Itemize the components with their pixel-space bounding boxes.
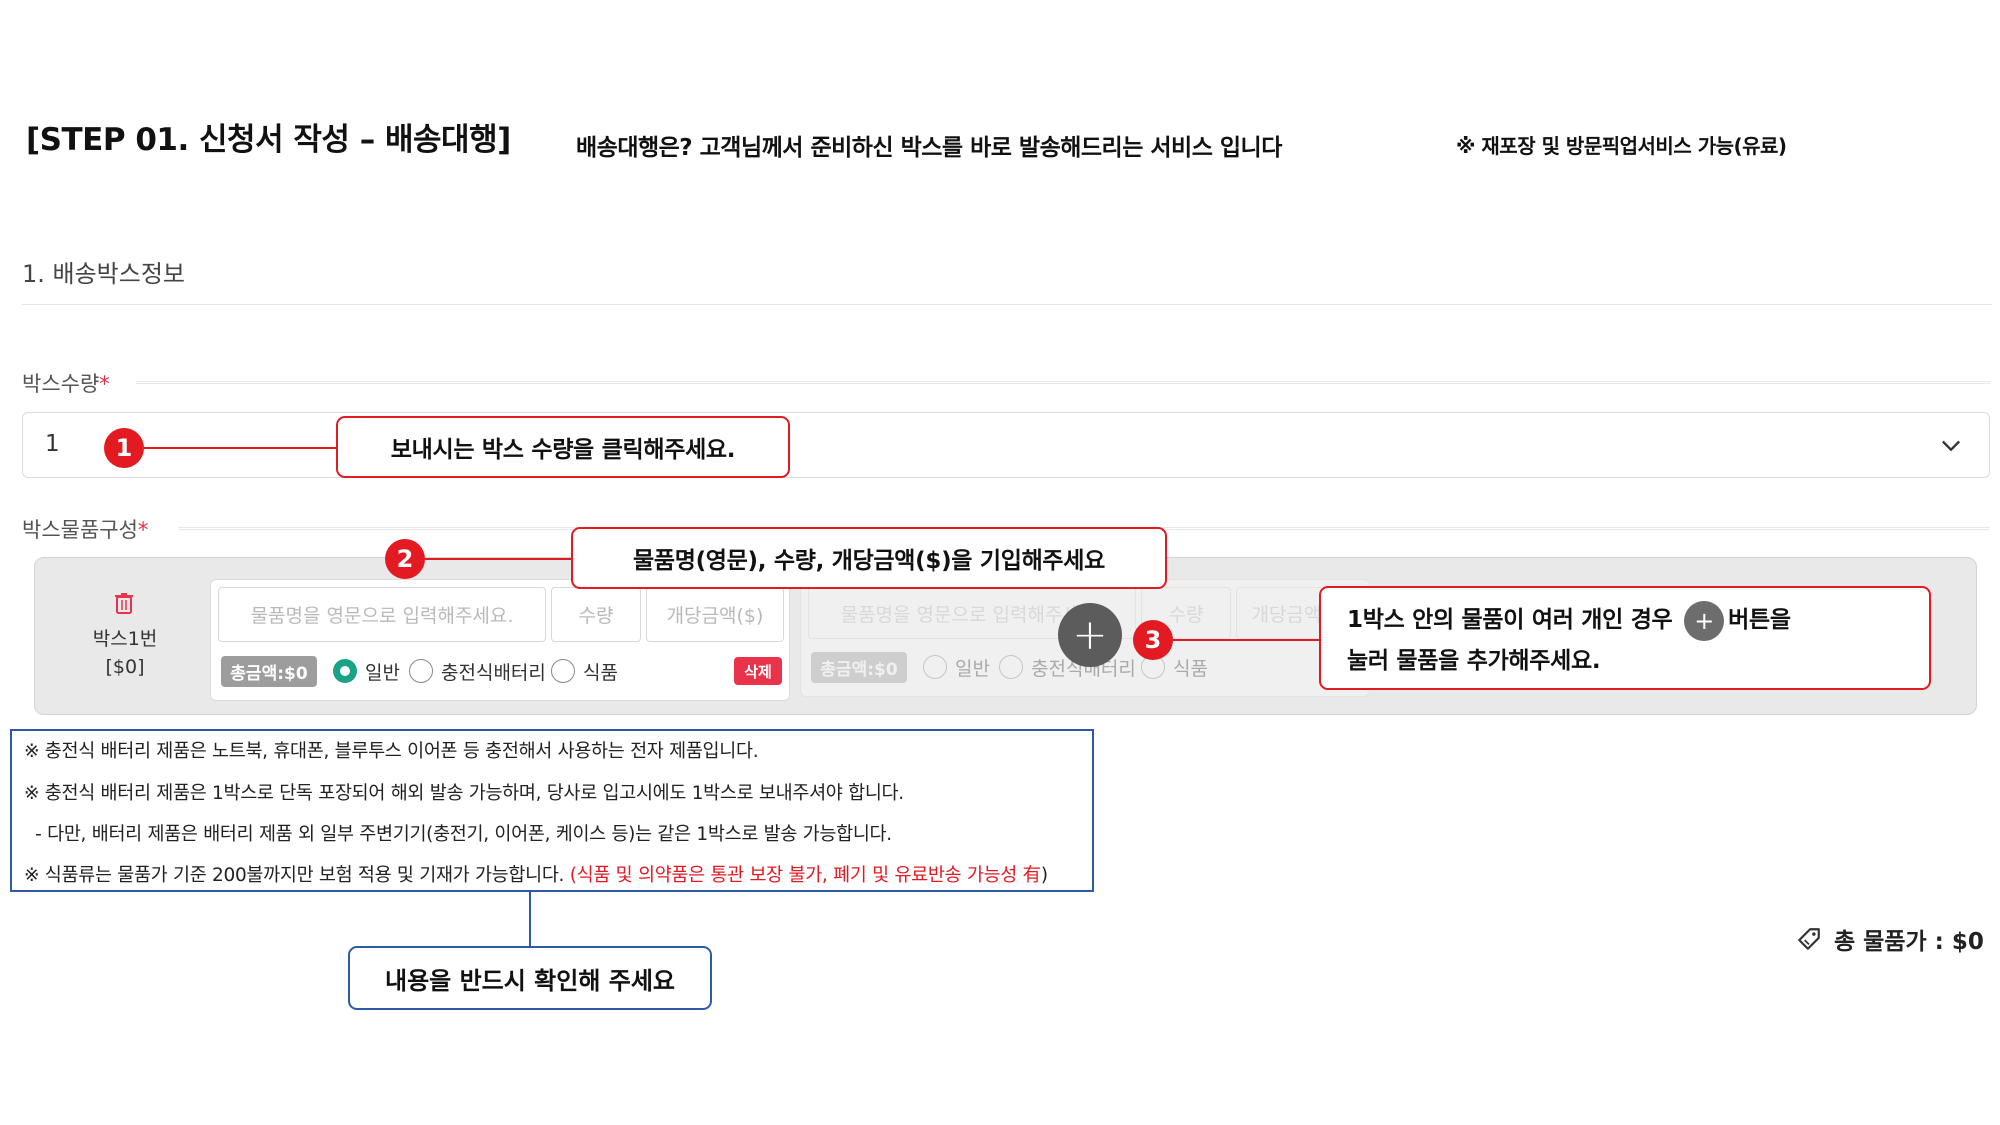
radio-battery-label[interactable]: 충전식배터리 xyxy=(441,658,546,685)
callout-3-line-2: 눌러 물품을 추가해주세요. xyxy=(1347,647,1601,674)
callout-1-line xyxy=(144,447,336,449)
radio-general[interactable] xyxy=(333,659,357,683)
box-name: 박스1번 xyxy=(92,628,158,650)
label-divider xyxy=(136,381,1990,384)
note-line-3: - 다만, 배터리 제품은 배터리 제품 외 일부 주변기기(충전기, 이어폰,… xyxy=(24,824,892,845)
callout-1-badge: 1 xyxy=(104,428,144,468)
callout-3-line xyxy=(1173,639,1319,641)
callout-3-line-1: 1박스 안의 물품이 여러 개인 경우 + 버튼을 xyxy=(1347,600,1929,641)
box-count-value: 1 xyxy=(45,431,60,457)
note-line-4-end: ) xyxy=(1040,865,1048,886)
radio-food-label[interactable]: 식품 xyxy=(583,658,618,685)
required-mark: * xyxy=(99,372,110,396)
callout-2-badge: 2 xyxy=(385,539,425,579)
add-item-button[interactable]: + xyxy=(1058,603,1122,667)
item-total-badge: 총금액:$0 xyxy=(221,656,317,687)
chevron-down-icon xyxy=(1942,440,1960,452)
notes-box: ※ 충전식 배터리 제품은 노트북, 휴대폰, 블루투스 이어폰 등 충전해서 … xyxy=(10,729,1094,892)
note-line-4: ※ 식품류는 물품가 기준 200불까지만 보험 적용 및 기재가 가능합니다.… xyxy=(24,861,1048,887)
callout-2: 물품명(영문), 수량, 개당금액($)을 기입해주세요 xyxy=(571,527,1167,589)
radio-battery[interactable] xyxy=(999,655,1023,679)
callout-2-line xyxy=(425,558,571,560)
total-price-label: 총 물품가 : $0 xyxy=(1834,929,1984,955)
delete-item-button[interactable]: 삭제 xyxy=(734,657,782,685)
note-line-1: ※ 충전식 배터리 제품은 노트북, 휴대폰, 블루투스 이어폰 등 충전해서 … xyxy=(24,741,759,762)
service-note: ※ 재포장 및 방문픽업서비스 가능(유료) xyxy=(1456,134,1787,158)
callout-1: 보내시는 박스 수량을 클릭해주세요. xyxy=(336,416,790,478)
plus-icon: + xyxy=(1684,600,1725,641)
radio-food[interactable] xyxy=(551,659,575,683)
callout-3-text-b: 버튼을 xyxy=(1728,607,1791,633)
box-count-label-text: 박스수량 xyxy=(22,372,100,396)
radio-food-label[interactable]: 식품 xyxy=(1173,654,1208,681)
radio-general-label[interactable]: 일반 xyxy=(365,658,400,685)
callout-3-badge: 3 xyxy=(1133,620,1173,660)
required-mark: * xyxy=(137,518,149,542)
radio-battery[interactable] xyxy=(409,659,433,683)
notes-connector xyxy=(529,892,531,946)
section-title: 1. 배송박스정보 xyxy=(22,260,186,288)
step-title: [STEP 01. 신청서 작성 – 배송대행] xyxy=(26,122,511,158)
service-description: 배송대행은? 고객님께서 준비하신 박스를 바로 발송해드리는 서비스 입니다 xyxy=(576,135,1282,161)
note-line-4-warning: (식품 및 의약품은 통관 보장 불가, 폐기 및 유료반송 가능성 有 xyxy=(569,865,1041,886)
note-line-4-text: ※ 식품류는 물품가 기준 200불까지만 보험 적용 및 기재가 가능합니다. xyxy=(24,865,570,886)
confirm-callout: 내용을 반드시 확인해 주세요 xyxy=(348,946,712,1010)
box-items-label: 박스물품구성* xyxy=(22,514,148,544)
box-count-label: 박스수량* xyxy=(22,368,110,398)
item-total-badge: 총금액:$0 xyxy=(811,652,907,683)
item-card: 물품명을 영문으로 입력해주세요. 수량 개당금액($) 총금액:$0 일반 충… xyxy=(210,579,790,701)
box-items-label-text: 박스물품구성 xyxy=(22,518,138,542)
item-name-input[interactable]: 물품명을 영문으로 입력해주세요. xyxy=(218,587,546,642)
item-price-input[interactable]: 개당금액($) xyxy=(646,587,784,642)
note-line-2: ※ 충전식 배터리 제품은 1박스로 단독 포장되어 해외 발송 가능하며, 당… xyxy=(24,783,904,804)
radio-general-label[interactable]: 일반 xyxy=(955,654,990,681)
box-count-select[interactable]: 1 xyxy=(22,412,1990,478)
callout-3-text-a: 1박스 안의 물품이 여러 개인 경우 xyxy=(1347,607,1673,633)
item-qty-input[interactable]: 수량 xyxy=(551,587,641,642)
price-tag-icon xyxy=(1798,928,1820,950)
box-price: [$0] xyxy=(105,656,145,678)
callout-3: 1박스 안의 물품이 여러 개인 경우 + 버튼을 눌러 물품을 추가해주세요. xyxy=(1319,586,1931,690)
total-price: 총 물품가 : $0 xyxy=(1796,922,1984,956)
radio-general[interactable] xyxy=(923,655,947,679)
section-divider xyxy=(22,304,1992,305)
trash-icon[interactable] xyxy=(114,592,134,614)
